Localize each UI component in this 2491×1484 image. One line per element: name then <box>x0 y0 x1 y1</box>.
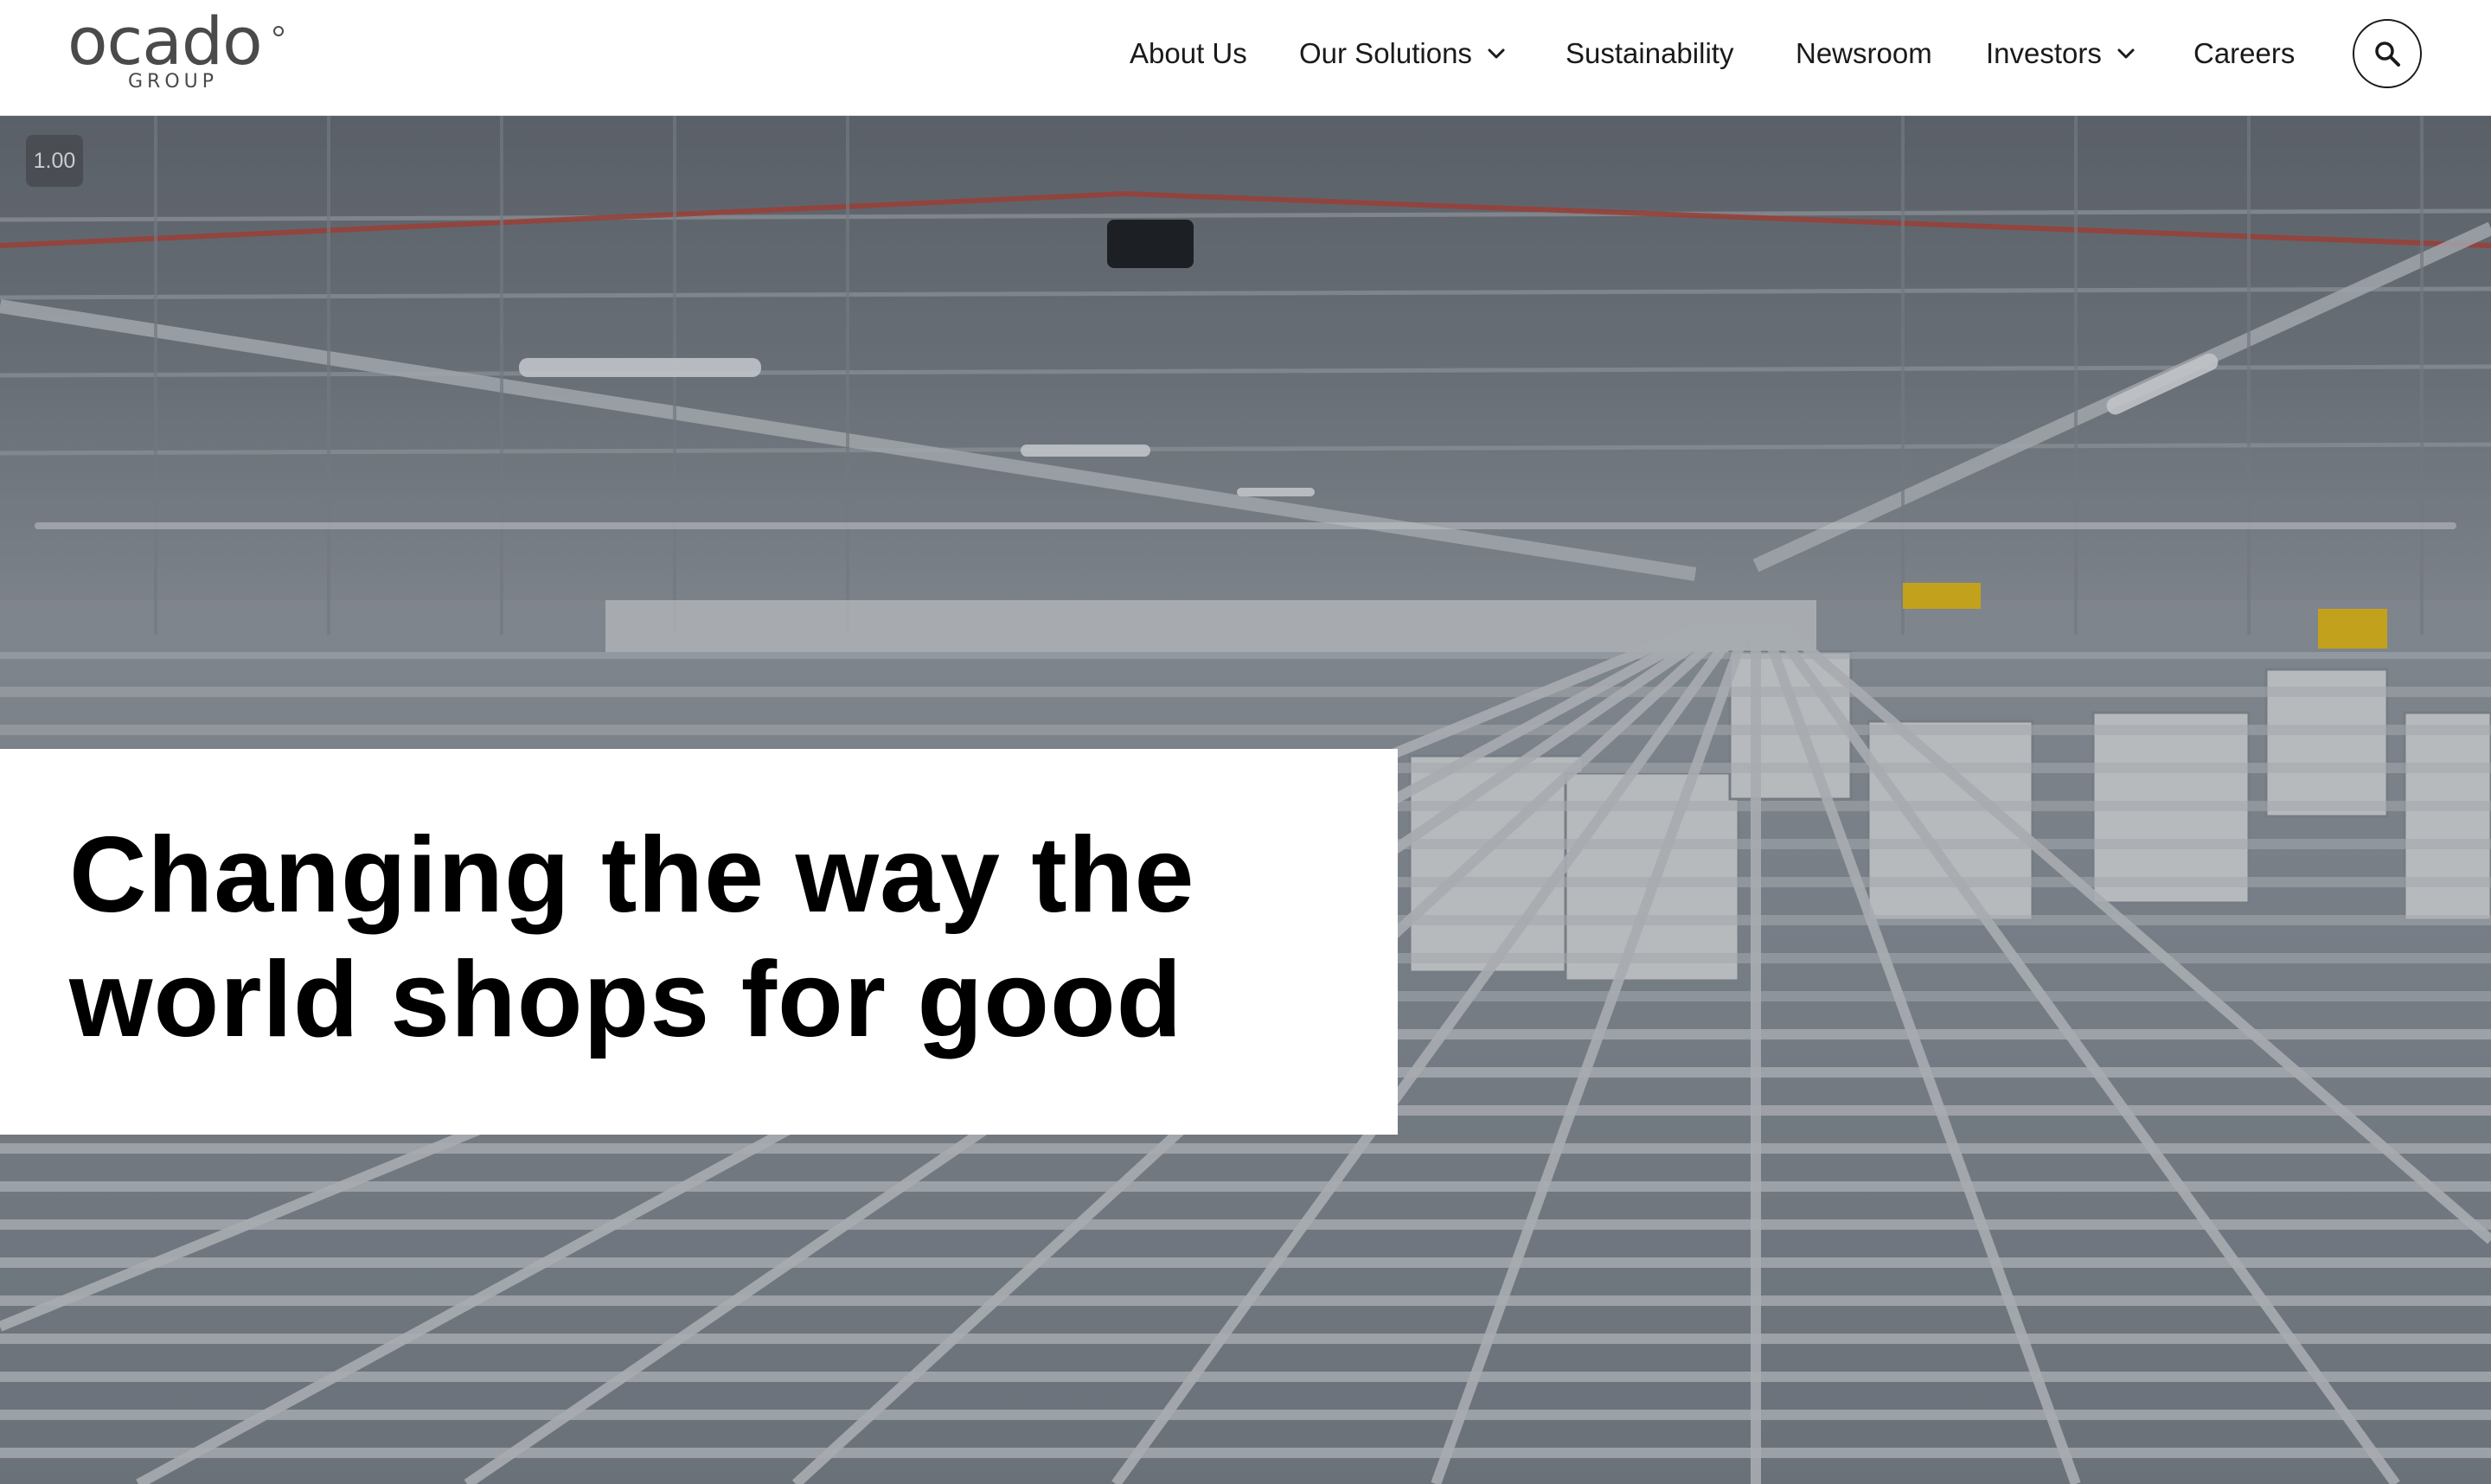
nav-investors-label: Investors <box>1986 37 2102 69</box>
search-icon <box>2375 42 2400 67</box>
hero-headline: Changing the way the world shops for goo… <box>69 813 1349 1062</box>
hero-headline-box: Changing the way the world shops for goo… <box>0 749 1398 1135</box>
nav-newsroom-label: Newsroom <box>1796 37 1932 69</box>
site-header: ocado GROUP About Us Our Solutions Susta… <box>0 0 2491 116</box>
hero-headline-line-2: world shops for good <box>69 940 1183 1059</box>
nav-our-solutions-label: Our Solutions <box>1299 37 1472 69</box>
nav-investors[interactable]: Investors <box>1986 33 2138 74</box>
nav-sustainability[interactable]: Sustainability <box>1566 33 1733 74</box>
nav-our-solutions[interactable]: Our Solutions <box>1299 33 1508 74</box>
registered-mark-icon <box>273 26 284 36</box>
chevron-down-icon <box>1484 42 1508 66</box>
nav-careers-label: Careers <box>2193 37 2296 69</box>
playback-speed-badge[interactable]: 1.00 <box>26 135 83 187</box>
nav-about-us[interactable]: About Us <box>1130 33 1247 74</box>
hero-section: 1.00 Changing the way the world shops fo… <box>0 116 2491 1484</box>
hero-headline-line-1: Changing the way the <box>69 816 1195 935</box>
search-button[interactable] <box>2353 19 2422 88</box>
nav-careers[interactable]: Careers <box>2193 33 2295 74</box>
ocado-group-logo[interactable]: ocado GROUP <box>67 9 292 99</box>
logo-wordmark: ocado <box>67 3 263 80</box>
nav-newsroom[interactable]: Newsroom <box>1796 33 1932 74</box>
nav-about-us-label: About Us <box>1130 37 1247 69</box>
nav-sustainability-label: Sustainability <box>1566 37 1734 69</box>
logo-subtitle: GROUP <box>128 71 219 93</box>
chevron-down-icon <box>2114 42 2138 66</box>
